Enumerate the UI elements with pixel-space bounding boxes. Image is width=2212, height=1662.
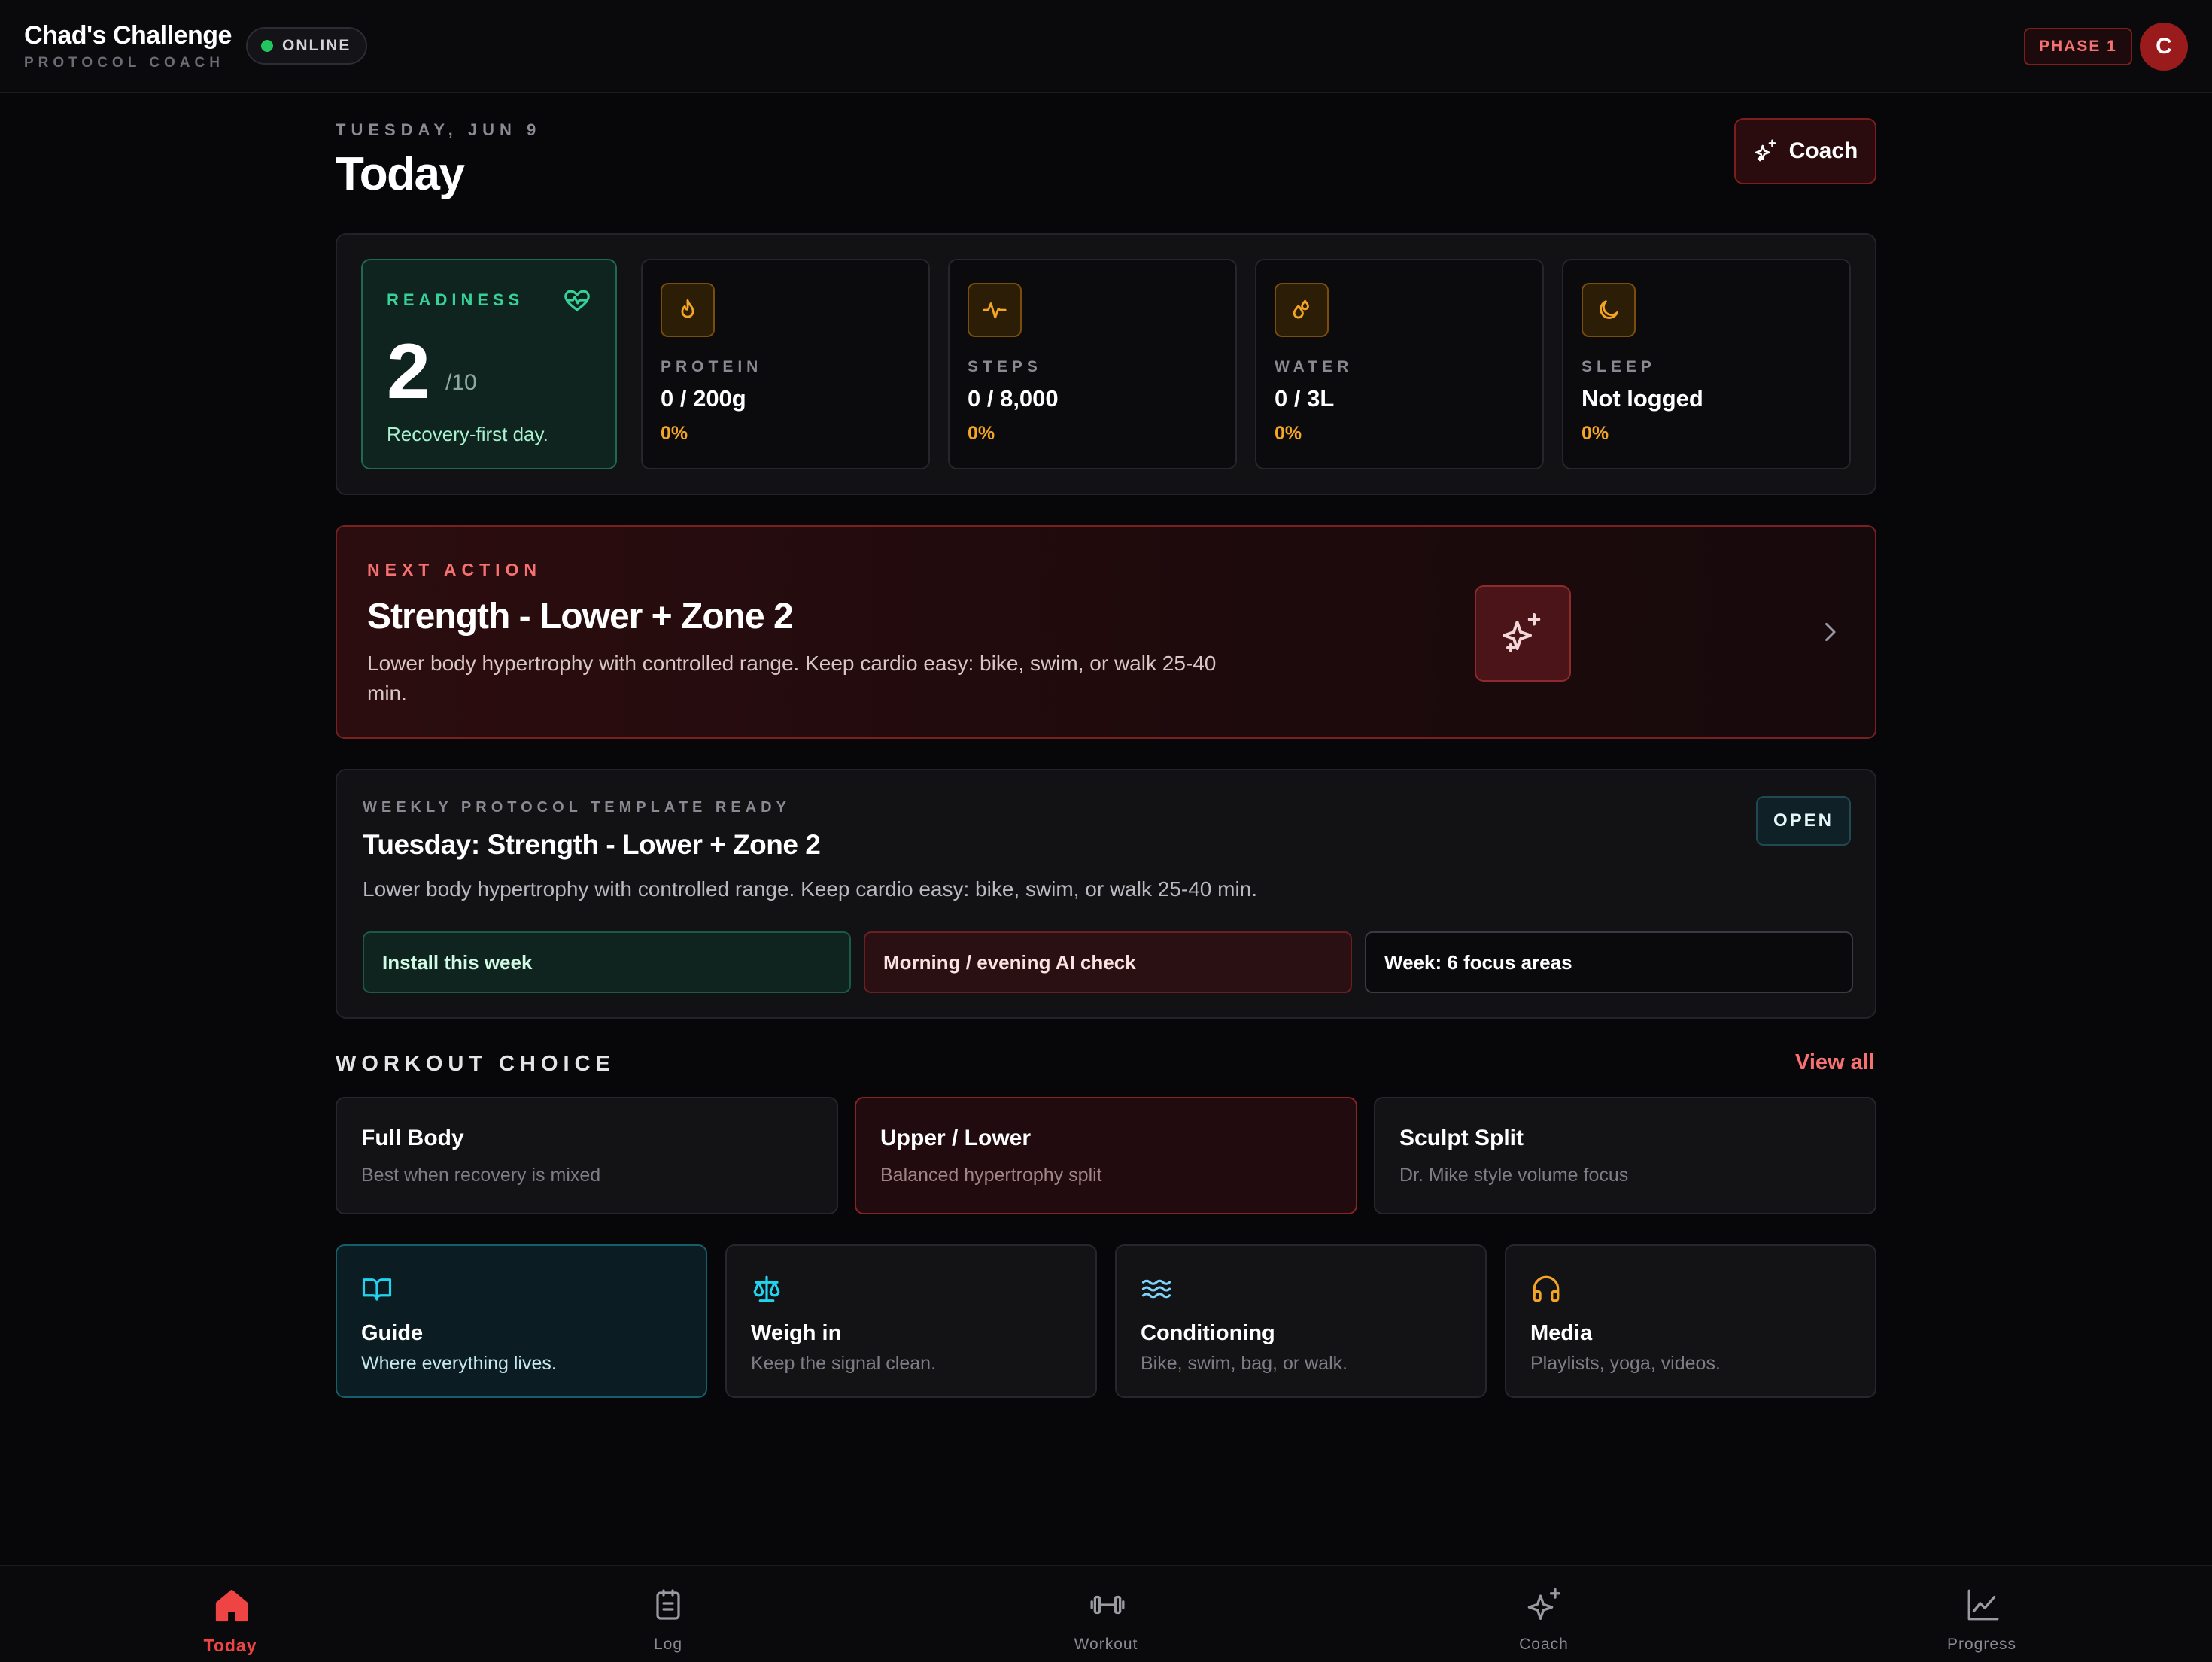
weekly-template-card: WEEKLY PROTOCOL TEMPLATE READY Tuesday: … (336, 769, 1876, 1019)
tile-weigh-in[interactable]: Weigh in Keep the signal clean. (725, 1244, 1097, 1398)
stat-label: PROTEIN (661, 358, 763, 375)
dumbbell-icon (1088, 1586, 1127, 1624)
tile-conditioning[interactable]: Conditioning Bike, swim, bag, or walk. (1115, 1244, 1487, 1398)
open-button[interactable]: OPEN (1756, 796, 1851, 846)
readiness-label: READINESS (387, 290, 524, 309)
app-subtitle: PROTOCOL COACH (24, 55, 224, 71)
avatar[interactable]: C (2140, 23, 2188, 71)
page-title: Today (336, 148, 465, 200)
tile-title: Weigh in (751, 1321, 842, 1345)
phase-badge[interactable]: PHASE 1 (2024, 28, 2132, 65)
nav-label: Log (653, 1636, 683, 1653)
readiness-score: 2 (387, 328, 430, 415)
readiness-max: /10 (445, 370, 477, 395)
stat-percent: 0% (1275, 423, 1302, 444)
tile-subtitle: Where everything lives. (361, 1353, 557, 1374)
stat-label: STEPS (968, 358, 1042, 375)
sparkles-icon (1753, 138, 1779, 164)
next-action-card[interactable]: NEXT ACTION Strength - Lower + Zone 2 Lo… (336, 525, 1876, 739)
weekly-template-label: WEEKLY PROTOCOL TEMPLATE READY (363, 799, 791, 816)
tile-title: Guide (361, 1321, 424, 1345)
stat-label: SLEEP (1582, 358, 1656, 375)
stat-value: 0 / 3L (1275, 385, 1335, 412)
tile-subtitle: Keep the signal clean. (751, 1353, 937, 1374)
install-week-button[interactable]: Install this week (363, 931, 851, 993)
top-bar: Chad's Challenge PROTOCOL COACH ONLINE P… (0, 0, 2212, 93)
workout-choice-title: WORKOUT CHOICE (336, 1052, 615, 1076)
coach-button-label: Coach (1788, 138, 1858, 163)
stat-card-protein[interactable]: PROTEIN 0 / 200g 0% (641, 259, 930, 469)
nav-progress[interactable]: Progress (1869, 1566, 2095, 1662)
workout-option-title: Full Body (361, 1126, 464, 1150)
stat-percent: 0% (661, 423, 688, 444)
next-action-label: NEXT ACTION (367, 560, 542, 579)
readiness-card[interactable]: READINESS 2 /10 Recovery-first day. (361, 259, 617, 469)
nav-workout[interactable]: Workout (993, 1566, 1219, 1662)
tile-media[interactable]: Media Playlists, yoga, videos. (1505, 1244, 1876, 1398)
weekly-template-title: Tuesday: Strength - Lower + Zone 2 (363, 829, 821, 860)
sparkles-icon (1475, 585, 1571, 682)
stat-card-sleep[interactable]: SLEEP Not logged 0% (1562, 259, 1851, 469)
workout-option-title: Upper / Lower (880, 1126, 1032, 1150)
stat-percent: 0% (968, 423, 995, 444)
scale-icon (751, 1273, 782, 1305)
workout-option-subtitle: Balanced hypertrophy split (880, 1165, 1102, 1186)
workout-option-subtitle: Best when recovery is mixed (361, 1165, 601, 1186)
nav-label: Workout (1074, 1636, 1138, 1653)
workout-option-subtitle: Dr. Mike style volume focus (1399, 1165, 1629, 1186)
headphones-icon (1530, 1273, 1562, 1305)
workout-option-full-body[interactable]: Full Body Best when recovery is mixed (336, 1097, 838, 1214)
home-icon (212, 1586, 251, 1625)
view-all-link[interactable]: View all (1795, 1050, 1875, 1075)
weekly-template-description: Lower body hypertrophy with controlled r… (363, 877, 1258, 901)
activity-icon (968, 283, 1022, 337)
clipboard-icon (650, 1586, 686, 1624)
readiness-note: Recovery-first day. (387, 423, 548, 445)
chevron-right-icon[interactable] (1816, 617, 1843, 647)
online-status-badge: ONLINE (246, 27, 368, 65)
bottom-nav: Today Log Workout Coach Progress (0, 1565, 2212, 1662)
nav-label: Today (203, 1636, 257, 1655)
nav-coach[interactable]: Coach (1431, 1566, 1657, 1662)
workout-option-title: Sculpt Split (1399, 1126, 1524, 1150)
next-action-title: Strength - Lower + Zone 2 (367, 597, 794, 637)
stat-value: 0 / 8,000 (968, 385, 1059, 412)
sparkles-icon (1526, 1586, 1565, 1625)
nav-today[interactable]: Today (117, 1566, 343, 1662)
tile-guide[interactable]: Guide Where everything lives. (336, 1244, 707, 1398)
tile-subtitle: Bike, swim, bag, or walk. (1141, 1353, 1348, 1374)
workout-option-sculpt-split[interactable]: Sculpt Split Dr. Mike style volume focus (1374, 1097, 1876, 1214)
date-label: TUESDAY, JUN 9 (336, 120, 542, 139)
heart-pulse-icon (563, 286, 591, 314)
stat-value: Not logged (1582, 385, 1703, 412)
stat-card-steps[interactable]: STEPS 0 / 8,000 0% (948, 259, 1237, 469)
brand[interactable]: Chad's Challenge PROTOCOL COACH (24, 21, 232, 71)
moon-icon (1582, 283, 1636, 337)
flame-icon (661, 283, 715, 337)
line-chart-icon (1964, 1586, 2003, 1624)
nav-label: Progress (1946, 1636, 2017, 1653)
next-action-description: Lower body hypertrophy with controlled r… (367, 652, 1217, 705)
ai-check-button[interactable]: Morning / evening AI check (864, 931, 1352, 993)
coach-button[interactable]: Coach (1734, 118, 1876, 184)
app-title: Chad's Challenge (24, 21, 232, 50)
tile-title: Media (1530, 1321, 1593, 1345)
stat-value: 0 / 200g (661, 385, 746, 412)
stat-percent: 0% (1582, 423, 1609, 444)
stat-label: WATER (1275, 358, 1354, 375)
tile-title: Conditioning (1141, 1321, 1275, 1345)
tile-subtitle: Playlists, yoga, videos. (1530, 1353, 1721, 1374)
waves-icon (1141, 1273, 1172, 1305)
workout-option-upper-lower[interactable]: Upper / Lower Balanced hypertrophy split (855, 1097, 1357, 1214)
droplets-icon (1275, 283, 1329, 337)
nav-log[interactable]: Log (555, 1566, 781, 1662)
nav-label: Coach (1519, 1636, 1569, 1653)
online-status-label: ONLINE (282, 37, 351, 54)
focus-areas-button[interactable]: Week: 6 focus areas (1365, 931, 1853, 993)
book-open-icon (361, 1273, 393, 1305)
stat-card-water[interactable]: WATER 0 / 3L 0% (1255, 259, 1544, 469)
online-dot-icon (261, 40, 273, 52)
